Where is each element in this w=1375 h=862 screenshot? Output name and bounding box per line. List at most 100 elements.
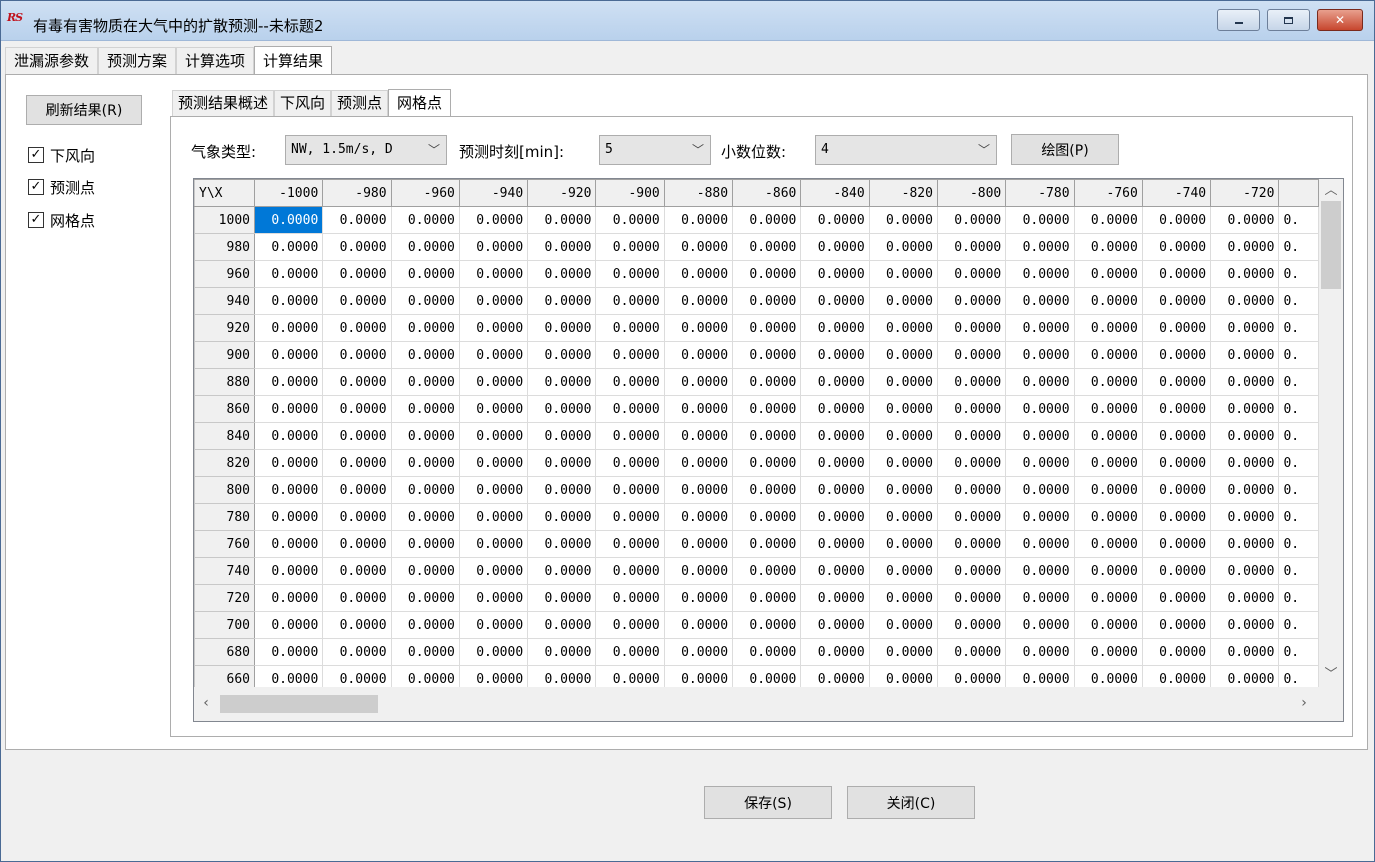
grid-cell[interactable]: 0.0000 xyxy=(390,368,460,396)
grid-cell[interactable]: 0.0000 xyxy=(253,557,324,585)
grid-cell[interactable]: 0.0000 xyxy=(868,422,938,450)
grid-cell[interactable]: 0.0000 xyxy=(936,287,1007,315)
grid-cell-partial[interactable]: 0. xyxy=(1278,341,1319,369)
grid-cell[interactable]: 0.0000 xyxy=(936,233,1007,261)
grid-cell[interactable]: 0.0000 xyxy=(732,530,802,558)
grid-cell[interactable]: 0.0000 xyxy=(1141,260,1212,288)
grid-cell-partial[interactable]: 0. xyxy=(1278,314,1319,342)
grid-cell[interactable]: 0.0000 xyxy=(458,665,529,687)
grid-cell[interactable]: 0.0000 xyxy=(1210,341,1280,369)
tab-grid-points[interactable]: 网格点 xyxy=(388,89,452,117)
grid-cell[interactable]: 0.0000 xyxy=(868,665,938,687)
grid-cell[interactable]: 0.0000 xyxy=(322,557,392,585)
grid-cell[interactable]: 0.0000 xyxy=(800,476,870,504)
grid-cell-partial[interactable]: 0. xyxy=(1278,638,1319,666)
grid-cell[interactable]: 0.0000 xyxy=(1073,206,1143,234)
grid-cell[interactable]: 0.0000 xyxy=(1141,638,1212,666)
grid-row-header[interactable]: 900 xyxy=(194,341,255,369)
grid-cell[interactable]: 0.0000 xyxy=(732,638,802,666)
grid-cell-partial[interactable]: 0. xyxy=(1278,476,1319,504)
grid-cell-partial[interactable]: 0. xyxy=(1278,422,1319,450)
grid-cell[interactable]: 0.0000 xyxy=(1005,449,1075,477)
grid-cell[interactable]: 0.0000 xyxy=(868,395,938,423)
grid-cell[interactable]: 0.0000 xyxy=(663,206,734,234)
grid-cell[interactable]: 0.0000 xyxy=(458,287,529,315)
grid-cell[interactable]: 0.0000 xyxy=(253,611,324,639)
grid-cell[interactable]: 0.0000 xyxy=(390,638,460,666)
grid-cell[interactable]: 0.0000 xyxy=(732,476,802,504)
grid-column-header[interactable]: -1000 xyxy=(253,179,324,207)
grid-cell[interactable]: 0.0000 xyxy=(732,422,802,450)
grid-column-header[interactable]: -720 xyxy=(1210,179,1280,207)
grid-cell[interactable]: 0.0000 xyxy=(1141,287,1212,315)
grid-cell[interactable]: 0.0000 xyxy=(732,206,802,234)
grid-row-header[interactable]: 840 xyxy=(194,422,255,450)
forecast-time-select[interactable]: 5 ﹀ xyxy=(599,135,711,165)
grid-cell[interactable]: 0.0000 xyxy=(458,233,529,261)
grid-cell[interactable]: 0.0000 xyxy=(1073,476,1143,504)
grid-cell[interactable]: 0.0000 xyxy=(527,206,597,234)
grid-cell[interactable]: 0.0000 xyxy=(1210,287,1280,315)
tab-downwind[interactable]: 下风向 xyxy=(274,90,332,116)
grid-cell[interactable]: 0.0000 xyxy=(390,584,460,612)
grid-cell[interactable]: 0.0000 xyxy=(322,233,392,261)
grid-cell[interactable]: 0.0000 xyxy=(1210,611,1280,639)
grid-row-header[interactable]: 820 xyxy=(194,449,255,477)
grid-cell[interactable]: 0.0000 xyxy=(595,287,665,315)
grid-cell[interactable]: 0.0000 xyxy=(663,665,734,687)
grid-cell[interactable]: 0.0000 xyxy=(732,665,802,687)
grid-cell[interactable]: 0.0000 xyxy=(458,557,529,585)
grid-cell[interactable]: 0.0000 xyxy=(1210,422,1280,450)
grid-row-header[interactable]: 1000 xyxy=(194,206,255,234)
grid-cell[interactable]: 0.0000 xyxy=(322,638,392,666)
grid-cell[interactable]: 0.0000 xyxy=(663,557,734,585)
grid-cell[interactable]: 0.0000 xyxy=(253,530,324,558)
grid-row-header[interactable]: 780 xyxy=(194,503,255,531)
grid-cell[interactable]: 0.0000 xyxy=(253,584,324,612)
grid-cell[interactable]: 0.0000 xyxy=(390,530,460,558)
grid-cell[interactable]: 0.0000 xyxy=(1210,638,1280,666)
grid-cell[interactable]: 0.0000 xyxy=(936,665,1007,687)
grid-cell[interactable]: 0.0000 xyxy=(458,341,529,369)
grid-cell[interactable]: 0.0000 xyxy=(663,638,734,666)
grid-column-header[interactable]: -840 xyxy=(800,179,870,207)
grid-row-header[interactable]: 880 xyxy=(194,368,255,396)
grid-cell[interactable]: 0.0000 xyxy=(732,584,802,612)
grid-cell[interactable]: 0.0000 xyxy=(1141,476,1212,504)
grid-cell[interactable]: 0.0000 xyxy=(390,341,460,369)
grid-row-header[interactable]: 860 xyxy=(194,395,255,423)
grid-cell[interactable]: 0.0000 xyxy=(936,611,1007,639)
grid-cell[interactable]: 0.0000 xyxy=(1073,584,1143,612)
grid-cell[interactable]: 0.0000 xyxy=(936,638,1007,666)
grid-cell[interactable]: 0.0000 xyxy=(732,557,802,585)
grid-column-header[interactable]: -780 xyxy=(1005,179,1075,207)
grid-cell[interactable]: 0.0000 xyxy=(322,368,392,396)
grid-cell[interactable]: 0.0000 xyxy=(732,233,802,261)
grid-cell[interactable]: 0.0000 xyxy=(663,314,734,342)
grid-cell[interactable]: 0.0000 xyxy=(868,530,938,558)
grid-cell[interactable]: 0.0000 xyxy=(1073,368,1143,396)
horizontal-scrollbar[interactable]: ‹ › xyxy=(194,687,1343,721)
grid-cell[interactable]: 0.0000 xyxy=(527,341,597,369)
grid-cell[interactable]: 0.0000 xyxy=(253,665,324,687)
vertical-scrollbar[interactable]: ︿ ﹀ xyxy=(1319,179,1343,687)
grid-cell-partial[interactable]: 0. xyxy=(1278,530,1319,558)
grid-cell[interactable]: 0.0000 xyxy=(663,395,734,423)
grid-row-header[interactable]: 940 xyxy=(194,287,255,315)
grid-column-header-partial[interactable] xyxy=(1278,179,1319,207)
checkbox-checked-icon[interactable]: ✓ xyxy=(28,147,44,163)
grid-cell[interactable]: 0.0000 xyxy=(732,449,802,477)
grid-column-header[interactable]: -900 xyxy=(595,179,665,207)
grid-cell[interactable]: 0.0000 xyxy=(868,476,938,504)
grid-cell[interactable]: 0.0000 xyxy=(527,503,597,531)
grid-cell[interactable]: 0.0000 xyxy=(1073,233,1143,261)
grid-cell[interactable]: 0.0000 xyxy=(253,503,324,531)
horizontal-scroll-thumb[interactable] xyxy=(220,695,378,713)
weather-type-select[interactable]: NW, 1.5m/s, D ﹀ xyxy=(285,135,447,165)
grid-cell[interactable]: 0.0000 xyxy=(458,260,529,288)
grid-cell[interactable]: 0.0000 xyxy=(663,611,734,639)
minimize-button[interactable] xyxy=(1217,9,1260,31)
grid-column-header[interactable]: -860 xyxy=(732,179,802,207)
grid-cell[interactable]: 0.0000 xyxy=(595,314,665,342)
grid-cell[interactable]: 0.0000 xyxy=(1141,206,1212,234)
